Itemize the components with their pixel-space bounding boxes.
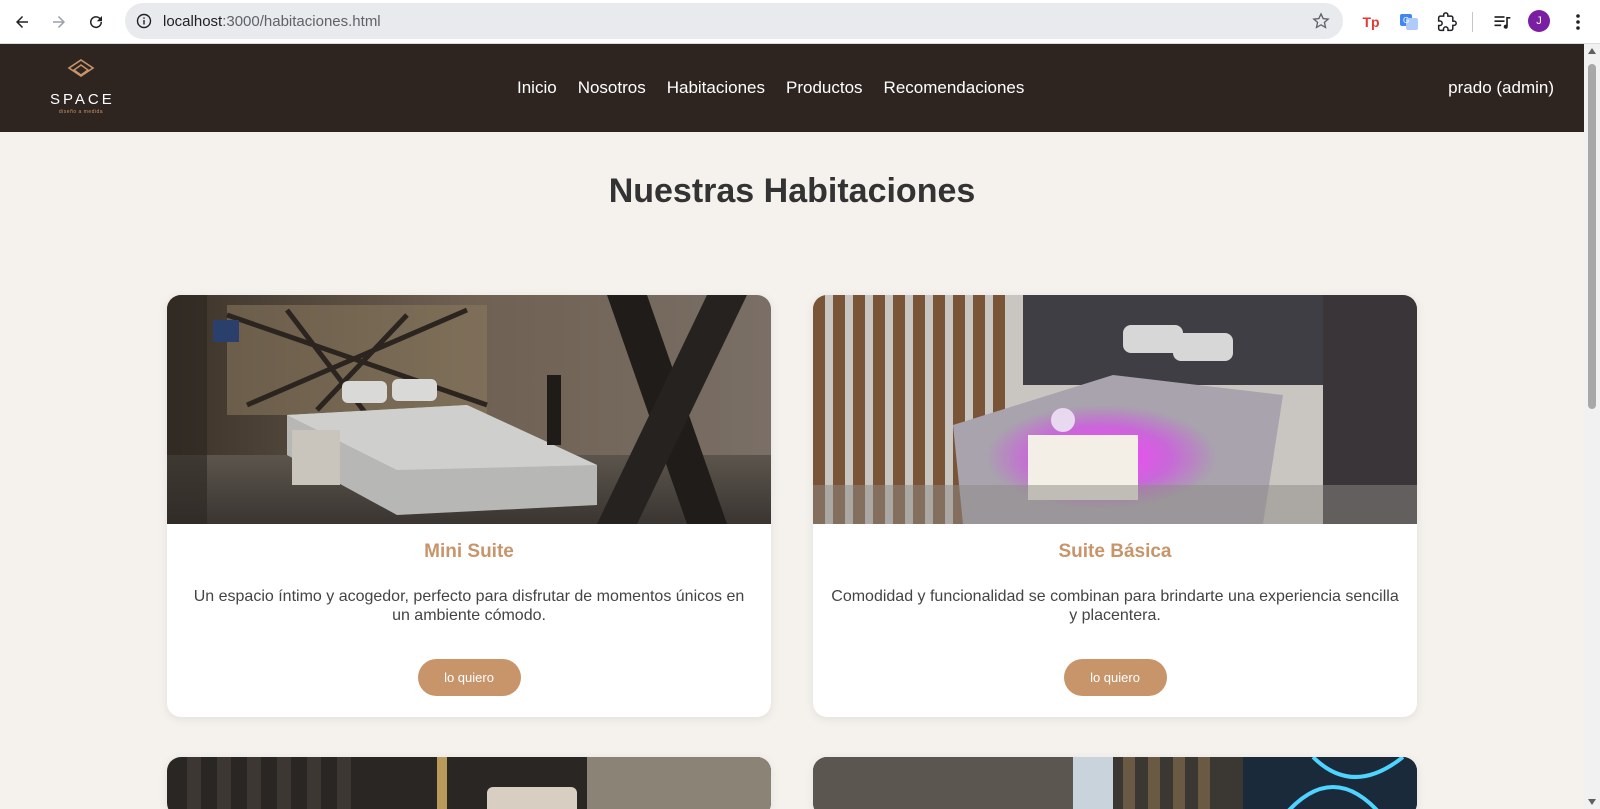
room-card-mini-suite: Mini Suite Un espacio íntimo y acogedor,… <box>167 295 771 717</box>
browser-menu-icon[interactable] <box>1566 10 1590 34</box>
site-header: SPACE diseño a medida Inicio Nosotros Ha… <box>0 44 1584 132</box>
page-title: Nuestras Habitaciones <box>608 172 976 210</box>
nav-link-productos[interactable]: Productos <box>786 78 863 98</box>
lo-quiero-button-mini-suite[interactable]: lo quiero <box>417 659 521 696</box>
card-bottom-spacer <box>167 696 771 717</box>
nav-link-habitaciones[interactable]: Habitaciones <box>667 78 765 98</box>
room-description: Un espacio íntimo y acogedor, perfecto p… <box>193 588 745 624</box>
nav-link-inicio[interactable]: Inicio <box>517 78 557 98</box>
avatar-letter: J <box>1536 15 1542 27</box>
toolbar-divider <box>1472 12 1473 32</box>
extension-tp-icon[interactable]: Tp <box>1359 10 1383 34</box>
url-path: :3000/habitaciones.html <box>222 13 381 30</box>
reload-icon <box>90 16 103 29</box>
forward-button[interactable] <box>45 8 73 36</box>
back-button[interactable] <box>8 8 36 36</box>
bookmark-star-icon[interactable] <box>1311 11 1331 31</box>
room-title: Mini Suite <box>424 541 514 562</box>
main-nav: Inicio Nosotros Habitaciones Productos R… <box>517 78 1024 98</box>
site-logo[interactable]: SPACE diseño a medida <box>50 58 112 120</box>
reload-button[interactable] <box>82 8 110 36</box>
room-card-3 <box>167 757 771 809</box>
room-photo-4 <box>813 757 1417 809</box>
lo-quiero-button-suite-basica[interactable]: lo quiero <box>1063 659 1167 696</box>
room-title: Suite Básica <box>1058 541 1172 562</box>
extensions-puzzle-icon[interactable] <box>1435 10 1459 34</box>
svg-text:G: G <box>1403 16 1409 25</box>
room-photo-3 <box>167 757 771 809</box>
logo-text: SPACE <box>50 91 115 108</box>
card-bottom-spacer <box>813 696 1417 717</box>
url-text: localhost:3000/habitaciones.html <box>163 13 381 30</box>
site-info-icon[interactable] <box>133 10 155 32</box>
scroll-up-arrow-icon[interactable] <box>1588 48 1596 54</box>
media-controls-icon[interactable] <box>1490 10 1514 34</box>
room-card-4 <box>813 757 1417 809</box>
forward-arrow-icon <box>53 16 65 28</box>
profile-avatar[interactable]: J <box>1528 10 1550 32</box>
nav-link-recomendaciones[interactable]: Recomendaciones <box>884 78 1025 98</box>
room-photo-suite-basica <box>813 295 1417 524</box>
address-bar[interactable]: localhost:3000/habitaciones.html <box>125 3 1343 39</box>
translate-icon[interactable]: G <box>1397 10 1421 34</box>
logo-subtitle: diseño a medida <box>58 109 104 115</box>
url-host: localhost <box>163 13 223 30</box>
user-account-label[interactable]: prado (admin) <box>1448 78 1554 98</box>
room-card-suite-basica: Suite Básica Comodidad y funcionalidad s… <box>813 295 1417 717</box>
room-photo-mini-suite <box>167 295 771 524</box>
nav-link-nosotros[interactable]: Nosotros <box>578 78 646 98</box>
page-scrollbar[interactable] <box>1584 44 1600 809</box>
back-arrow-icon <box>16 16 28 28</box>
browser-toolbar: localhost:3000/habitaciones.html Tp G J <box>0 0 1600 44</box>
extension-tp-label: Tp <box>1362 14 1380 30</box>
room-description: Comodidad y funcionalidad se combinan pa… <box>831 588 1399 624</box>
logo-diamond-icon <box>67 59 95 77</box>
scroll-down-arrow-icon[interactable] <box>1588 799 1596 805</box>
scroll-thumb[interactable] <box>1588 64 1596 409</box>
